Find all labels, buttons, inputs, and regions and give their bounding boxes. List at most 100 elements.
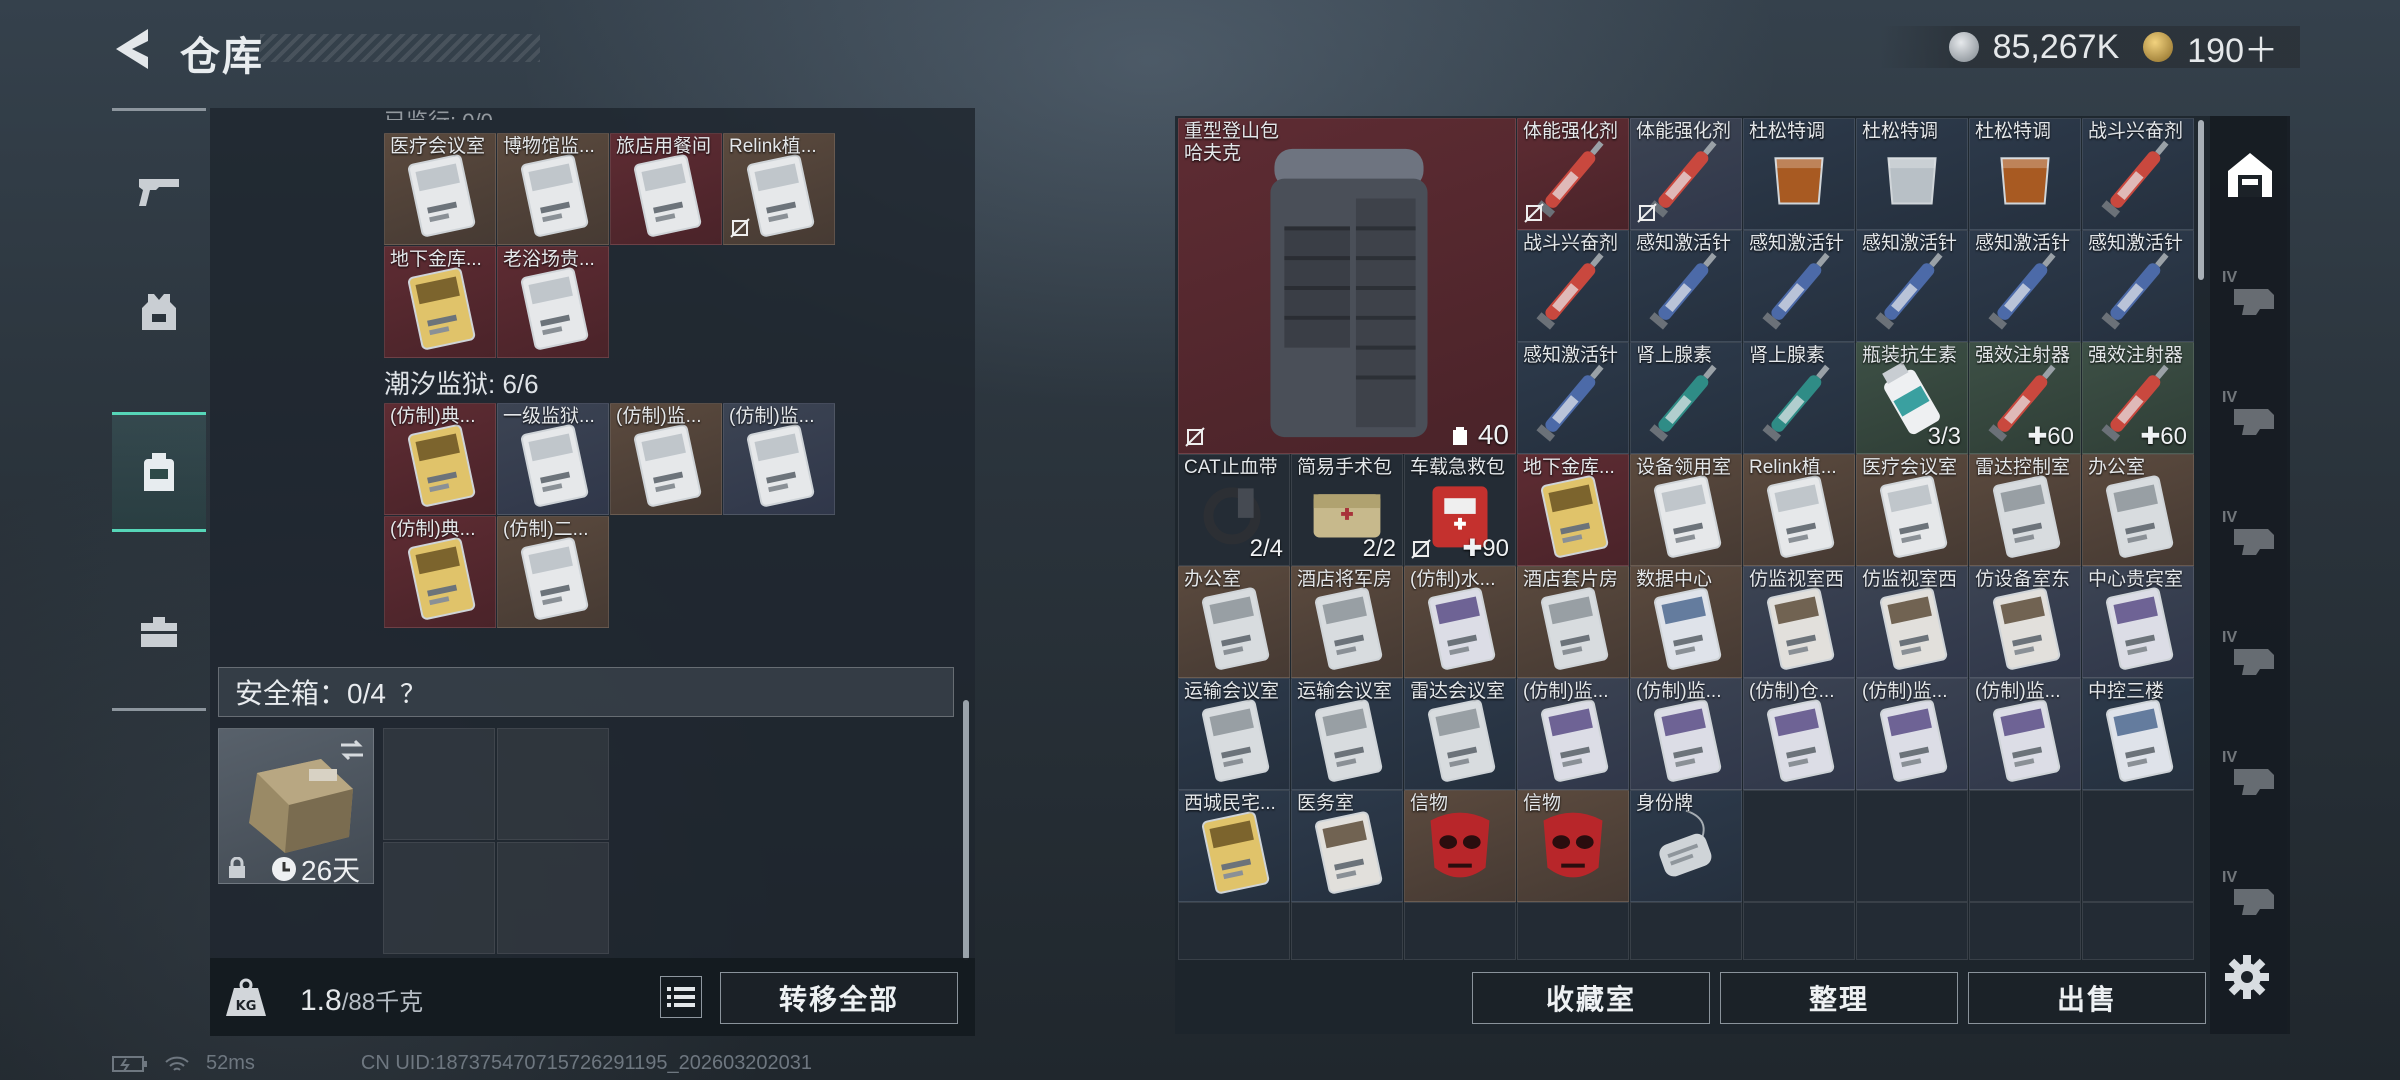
empty-slot[interactable] xyxy=(1630,902,1742,960)
stash-page-tab[interactable]: IV xyxy=(2210,360,2290,470)
inventory-item[interactable]: 感知激活针 xyxy=(1969,230,2081,342)
nav-case[interactable] xyxy=(112,572,206,692)
inventory-item[interactable]: 医疗会议室 xyxy=(1856,454,1968,566)
empty-slot[interactable] xyxy=(1404,902,1516,960)
empty-slot[interactable] xyxy=(1743,790,1855,902)
empty-slot[interactable] xyxy=(1969,790,2081,902)
inventory-item[interactable]: 杜松特调 xyxy=(1969,118,2081,230)
stash-page-tab[interactable]: IV xyxy=(2210,600,2290,710)
empty-slot[interactable] xyxy=(497,728,609,840)
inventory-item[interactable]: (仿制)水... xyxy=(1404,566,1516,678)
inventory-item[interactable]: 地下金库... xyxy=(384,246,496,358)
inventory-item[interactable]: 战斗兴奋剂 xyxy=(2082,118,2194,230)
empty-slot[interactable] xyxy=(383,842,495,954)
sell-button[interactable]: 出售 xyxy=(1968,972,2206,1024)
inventory-item[interactable]: 简易手术包 2/2 xyxy=(1291,454,1403,566)
empty-slot[interactable] xyxy=(1856,790,1968,902)
inventory-item[interactable]: 地下金库... xyxy=(1517,454,1629,566)
inventory-item[interactable]: 仿监视室西 xyxy=(1856,566,1968,678)
inventory-item[interactable]: 感知激活针 xyxy=(2082,230,2194,342)
inventory-item[interactable]: 数据中心 xyxy=(1630,566,1742,678)
nav-backpack[interactable] xyxy=(112,412,206,532)
inventory-item[interactable]: 车载急救包 ✚90 xyxy=(1404,454,1516,566)
stash-page-tab[interactable]: IV xyxy=(2210,720,2290,830)
inventory-item[interactable]: Relink植... xyxy=(1743,454,1855,566)
settings-button[interactable] xyxy=(2222,952,2272,1002)
help-button[interactable]: ？ xyxy=(400,674,426,711)
inventory-item[interactable]: 博物馆监... xyxy=(497,133,609,245)
stash-page-tab[interactable]: IV xyxy=(2210,840,2290,950)
inventory-item[interactable]: 信物 xyxy=(1517,790,1629,902)
inventory-item[interactable]: 中心贵宾室 xyxy=(2082,566,2194,678)
inventory-item[interactable]: 酒店套片房 xyxy=(1517,566,1629,678)
inventory-item[interactable]: 感知激活针 xyxy=(1856,230,1968,342)
empty-slot[interactable] xyxy=(1291,902,1403,960)
inventory-item[interactable]: 肾上腺素 xyxy=(1630,342,1742,454)
inventory-item[interactable]: 设备领用室 xyxy=(1630,454,1742,566)
list-view-button[interactable] xyxy=(660,976,702,1018)
inventory-item[interactable]: (仿制)仓... xyxy=(1743,678,1855,790)
empty-slot[interactable] xyxy=(497,842,609,954)
inventory-item[interactable]: 一级监狱... xyxy=(497,403,609,515)
inventory-item[interactable]: (仿制)监... xyxy=(1517,678,1629,790)
inventory-item[interactable]: 体能强化剂 xyxy=(1517,118,1629,230)
empty-slot[interactable] xyxy=(1743,902,1855,960)
empty-slot[interactable] xyxy=(1517,902,1629,960)
inventory-item[interactable]: 强效注射器 ✚60 xyxy=(1969,342,2081,454)
inventory-item[interactable]: (仿制)监... xyxy=(723,403,835,515)
inventory-item[interactable]: (仿制)监... xyxy=(1969,678,2081,790)
inventory-item[interactable]: 运输会议室 xyxy=(1291,678,1403,790)
backpack-item[interactable]: 重型登山包 哈夫克 40 xyxy=(1178,118,1516,454)
inventory-item[interactable]: (仿制)二... xyxy=(497,516,609,628)
inventory-item[interactable]: 感知激活针 xyxy=(1743,230,1855,342)
inventory-item[interactable]: 瓶装抗生素 3/3 xyxy=(1856,342,1968,454)
stash-page-tab[interactable] xyxy=(2210,120,2290,230)
inventory-item[interactable]: (仿制)监... xyxy=(610,403,722,515)
inventory-item[interactable]: 医疗会议室 xyxy=(384,133,496,245)
inventory-item[interactable]: 办公室 xyxy=(2082,454,2194,566)
inventory-item[interactable]: 感知激活针 xyxy=(1630,230,1742,342)
inventory-item[interactable]: 仿设备室东 xyxy=(1969,566,2081,678)
gold-balance[interactable]: 190＋ xyxy=(2187,23,2278,72)
inventory-item[interactable]: CAT止血带 2/4 xyxy=(1178,454,1290,566)
inventory-item[interactable]: 办公室 xyxy=(1178,566,1290,678)
inventory-item[interactable]: 雷达控制室 xyxy=(1969,454,2081,566)
inventory-item[interactable]: 身份牌 xyxy=(1630,790,1742,902)
inventory-item[interactable]: 体能强化剂 xyxy=(1630,118,1742,230)
inventory-item[interactable]: (仿制)典... xyxy=(384,403,496,515)
empty-slot[interactable] xyxy=(383,728,495,840)
inventory-item[interactable]: 老浴场贵... xyxy=(497,246,609,358)
swap-icon[interactable] xyxy=(337,737,367,763)
transfer-all-button[interactable]: 转移全部 xyxy=(720,972,958,1024)
inventory-item[interactable]: 医务室 xyxy=(1291,790,1403,902)
inventory-item[interactable]: 强效注射器 ✚60 xyxy=(2082,342,2194,454)
scrollbar[interactable] xyxy=(2198,120,2204,280)
inventory-item[interactable]: 酒店将军房 xyxy=(1291,566,1403,678)
inventory-item[interactable]: 中控三楼 xyxy=(2082,678,2194,790)
inventory-item[interactable]: 肾上腺素 xyxy=(1743,342,1855,454)
inventory-item[interactable]: 西城民宅... xyxy=(1178,790,1290,902)
empty-slot[interactable] xyxy=(2082,902,2194,960)
organize-button[interactable]: 整理 xyxy=(1720,972,1958,1024)
empty-slot[interactable] xyxy=(1856,902,1968,960)
inventory-item[interactable]: Relink植... xyxy=(723,133,835,245)
nav-armor[interactable] xyxy=(112,252,206,372)
inventory-item[interactable]: (仿制)典... xyxy=(384,516,496,628)
inventory-item[interactable]: 感知激活针 xyxy=(1517,342,1629,454)
inventory-item[interactable]: (仿制)监... xyxy=(1630,678,1742,790)
inventory-item[interactable]: 信物 xyxy=(1404,790,1516,902)
inventory-item[interactable]: 仿监视室西 xyxy=(1743,566,1855,678)
back-button[interactable] xyxy=(112,26,156,72)
safebox-item[interactable]: 26天 xyxy=(218,728,374,886)
inventory-item[interactable]: 杜松特调 xyxy=(1743,118,1855,230)
empty-slot[interactable] xyxy=(1178,902,1290,960)
nav-weapon[interactable] xyxy=(112,132,206,252)
stash-page-tab[interactable]: IV xyxy=(2210,480,2290,590)
scrollbar[interactable] xyxy=(963,700,969,960)
stash-page-tab[interactable]: IV xyxy=(2210,240,2290,350)
inventory-item[interactable]: 运输会议室 xyxy=(1178,678,1290,790)
collection-button[interactable]: 收藏室 xyxy=(1472,972,1710,1024)
inventory-item[interactable]: 旅店用餐间 xyxy=(610,133,722,245)
empty-slot[interactable] xyxy=(2082,790,2194,902)
inventory-item[interactable]: (仿制)监... xyxy=(1856,678,1968,790)
